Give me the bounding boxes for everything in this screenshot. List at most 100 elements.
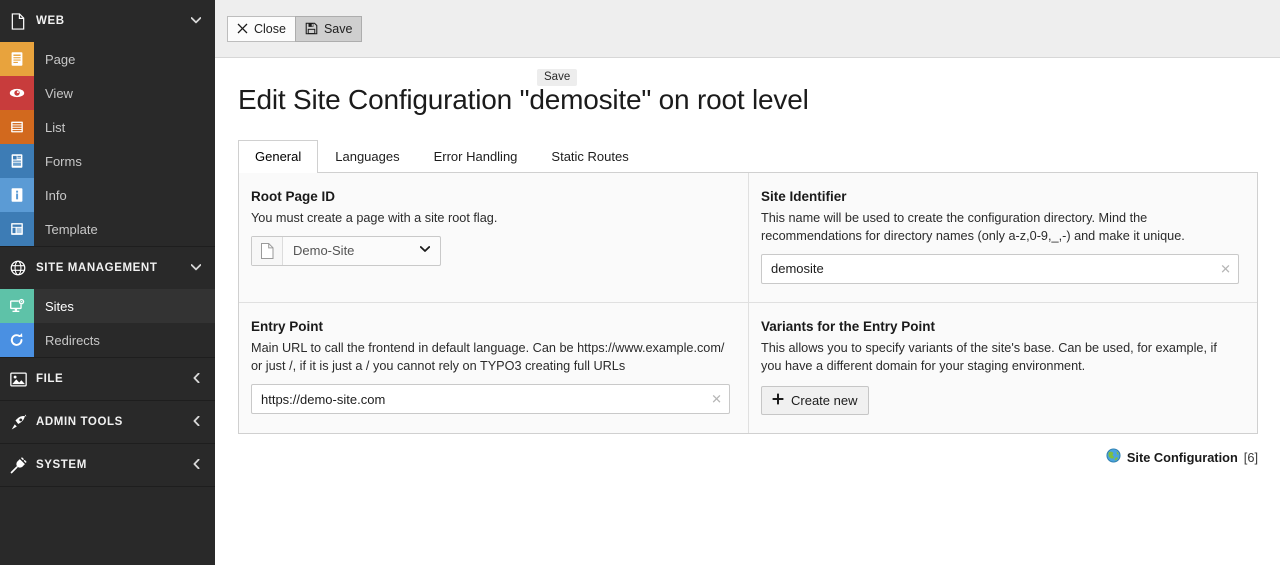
nav-section-admin-tools: ADMIN TOOLS xyxy=(0,401,215,444)
sidebar-item-info[interactable]: Info xyxy=(0,178,215,212)
nav-items-web: Page View List Forms Info Template xyxy=(0,42,215,246)
field-site-identifier: Site Identifier This name will be used t… xyxy=(748,172,1257,302)
clear-x-icon[interactable]: ✕ xyxy=(1220,262,1231,275)
plus-icon xyxy=(772,393,784,408)
globe-earth-icon xyxy=(1106,448,1121,466)
sidebar-item-list[interactable]: List xyxy=(0,110,215,144)
sidebar-item-label: Sites xyxy=(45,298,74,314)
rocket-icon xyxy=(0,414,36,431)
sidebar-item-label: View xyxy=(45,85,73,101)
save-tooltip: Save xyxy=(537,69,578,86)
sidebar-item-label: Page xyxy=(45,51,76,67)
nav-header-label: FILE xyxy=(36,373,64,385)
nav-section-file: FILE xyxy=(0,358,215,401)
chevron-down-icon[interactable] xyxy=(189,263,203,273)
clear-x-icon[interactable]: ✕ xyxy=(711,393,722,406)
globe-icon xyxy=(0,260,36,276)
sites-monitor-gear-icon xyxy=(0,289,34,323)
sidebar-item-redirects[interactable]: Redirects xyxy=(0,323,215,357)
root-page-id-description: You must create a page with a site root … xyxy=(251,210,498,225)
info-module-icon xyxy=(0,178,34,212)
nav-header-file[interactable]: FILE xyxy=(0,358,215,400)
entry-point-input[interactable] xyxy=(252,385,729,414)
tab-static-routes[interactable]: Static Routes xyxy=(534,140,645,173)
page-doc-icon xyxy=(252,236,283,265)
module-menu-sidebar: WEB Page View List Forms Info Template SITE MAN… xyxy=(0,0,215,565)
tab-error-handling[interactable]: Error Handling xyxy=(417,140,535,173)
nav-header-site-management[interactable]: SITE MANAGEMENT xyxy=(0,247,215,289)
sidebar-item-label: Info xyxy=(45,187,67,203)
sidebar-item-view[interactable]: View xyxy=(0,76,215,110)
create-new-variant-button[interactable]: Create new xyxy=(761,386,870,416)
root-page-id-select[interactable]: Demo-Site xyxy=(251,235,441,266)
tab-general[interactable]: General xyxy=(238,140,319,173)
chevron-left-icon[interactable] xyxy=(189,415,203,428)
nav-header-system[interactable]: SYSTEM xyxy=(0,444,215,486)
nav-header-web[interactable]: WEB xyxy=(0,0,215,42)
close-x-icon xyxy=(237,23,248,34)
document-footer: Site Configuration [6] xyxy=(215,434,1280,466)
tab-list: General Languages Error Handling Static Rou… xyxy=(238,140,1258,173)
settings-panel: Root Page ID You must create a page with… xyxy=(238,172,1258,435)
panel-row-2: Entry Point Main URL to call the fronten… xyxy=(239,301,1257,434)
root-page-id-select-inner[interactable]: Demo-Site xyxy=(283,237,440,265)
document-toolbar: Close Save xyxy=(215,0,1280,58)
sidebar-item-label: List xyxy=(45,119,66,135)
chevron-down-icon[interactable] xyxy=(189,16,203,26)
save-button[interactable]: Save xyxy=(294,15,363,42)
site-identifier-input-wrap: ✕ xyxy=(761,253,1239,284)
chevron-down-icon xyxy=(419,246,431,256)
site-identifier-label: Site Identifier xyxy=(761,188,847,204)
page-module-icon xyxy=(0,42,34,76)
site-identifier-description: This name will be used to create the con… xyxy=(761,210,1185,243)
nav-items-site-management: Sites Redirects xyxy=(0,289,215,357)
page-title: Edit Site Configuration "demosite" on ro… xyxy=(238,84,809,115)
chevron-left-icon[interactable] xyxy=(189,458,203,471)
entry-point-input-wrap: ✕ xyxy=(251,384,730,415)
close-button[interactable]: Close xyxy=(227,15,296,42)
root-page-id-value: Demo-Site xyxy=(293,243,355,259)
sidebar-item-forms[interactable]: Forms xyxy=(0,144,215,178)
save-button-label: Save xyxy=(323,21,353,36)
entry-point-description: Main URL to call the frontend in default… xyxy=(251,340,725,373)
tabs-container: General Languages Error Handling Static Rou… xyxy=(215,116,1280,173)
image-icon xyxy=(0,371,36,387)
redirect-refresh-icon xyxy=(0,323,34,357)
footer-record-count: [6] xyxy=(1243,449,1258,465)
sidebar-item-page[interactable]: Page xyxy=(0,42,215,76)
site-identifier-input[interactable] xyxy=(762,254,1238,283)
main-content-area: Close Save Save Edit Site Configuration … xyxy=(215,0,1280,565)
template-module-icon xyxy=(0,212,34,246)
variants-label: Variants for the Entry Point xyxy=(761,318,936,334)
nav-header-label: ADMIN TOOLS xyxy=(36,416,123,428)
sidebar-item-sites[interactable]: Sites xyxy=(0,289,215,323)
root-page-id-label: Root Page ID xyxy=(251,188,336,204)
sidebar-item-label: Redirects xyxy=(45,332,100,348)
field-entry-point: Entry Point Main URL to call the fronten… xyxy=(239,303,748,433)
tab-languages[interactable]: Languages xyxy=(318,140,416,173)
panel-row-1: Root Page ID You must create a page with… xyxy=(239,172,1257,302)
page-doc-icon xyxy=(0,12,36,30)
nav-section-site-management: SITE MANAGEMENT Sites Redirects xyxy=(0,247,215,358)
sidebar-item-label: Forms xyxy=(45,153,82,169)
entry-point-label: Entry Point xyxy=(251,318,324,334)
nav-section-system: SYSTEM xyxy=(0,444,215,487)
create-new-variant-label: Create new xyxy=(791,393,858,409)
sidebar-item-label: Template xyxy=(45,221,98,237)
field-root-page-id: Root Page ID You must create a page with… xyxy=(239,173,748,302)
nav-header-admin-tools[interactable]: ADMIN TOOLS xyxy=(0,401,215,443)
list-module-icon xyxy=(0,110,34,144)
floppy-disk-icon xyxy=(305,22,318,35)
field-variants: Variants for the Entry Point This allows… xyxy=(748,302,1257,434)
chevron-left-icon[interactable] xyxy=(189,372,203,385)
sidebar-item-template[interactable]: Template xyxy=(0,212,215,246)
variants-description: This allows you to specify variants of t… xyxy=(761,340,1217,373)
nav-header-label: WEB xyxy=(36,15,65,27)
typo3-backend: WEB Page View List Forms Info Template SITE MAN… xyxy=(0,0,1280,565)
nav-header-label: SITE MANAGEMENT xyxy=(36,262,158,274)
footer-record-type: Site Configuration xyxy=(1126,449,1238,465)
close-button-label: Close xyxy=(254,21,286,36)
nav-section-web: WEB Page View List Forms Info Template xyxy=(0,0,215,247)
view-eye-icon xyxy=(0,76,34,110)
plug-icon xyxy=(0,456,36,474)
